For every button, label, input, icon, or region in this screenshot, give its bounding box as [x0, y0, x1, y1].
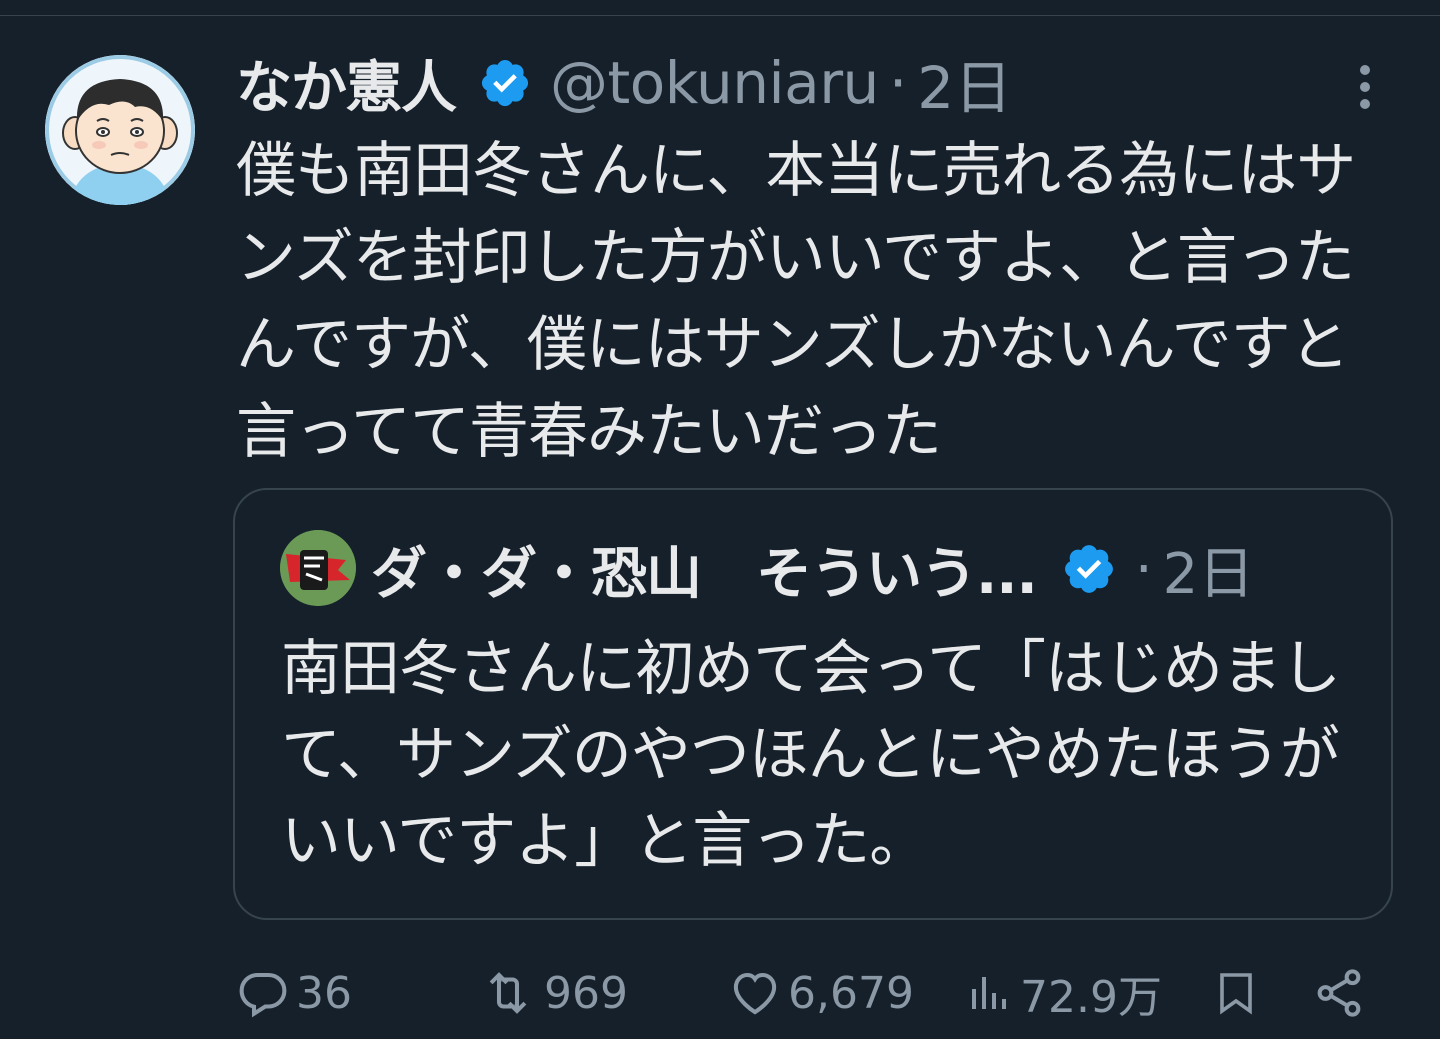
quoted-header: ダ・ダ・恐山 そういう... · 2日 — [371, 534, 1254, 607]
quoted-author-name[interactable]: ダ・ダ・恐山 そういう... — [371, 529, 1038, 610]
share-button[interactable] — [1312, 955, 1366, 1031]
tweet-header: なか憲人 @tokuniaru · 2日 — [236, 48, 1012, 122]
author-name[interactable]: なか憲人 — [236, 43, 457, 124]
author-avatar[interactable] — [45, 55, 195, 205]
retweet-icon — [478, 966, 538, 1020]
verified-badge-icon[interactable] — [1061, 541, 1117, 597]
reply-count: 36 — [296, 967, 352, 1019]
views-button[interactable]: 72.9万 — [966, 955, 1162, 1031]
share-icon — [1312, 966, 1366, 1020]
quoted-text: 南田冬さんに初めて会って「はじめまして、サンズのやつほんとにやめたほうがいいです… — [281, 634, 1341, 876]
bookmark-button[interactable] — [1212, 955, 1260, 1031]
retweet-button[interactable]: 969 — [478, 955, 628, 1031]
reply-button[interactable]: 36 — [236, 955, 352, 1031]
quoted-author-avatar[interactable] — [280, 530, 356, 606]
heart-icon — [728, 966, 782, 1020]
tweet-time[interactable]: 2日 — [917, 41, 1012, 125]
quoted-time[interactable]: 2日 — [1163, 529, 1255, 610]
separator-dot: · — [1134, 536, 1153, 602]
more-vertical-icon[interactable] — [1350, 62, 1380, 112]
views-chart-icon — [966, 966, 1014, 1020]
verified-badge-icon[interactable] — [478, 56, 532, 110]
tweet-text: 僕も南田冬さんに、本当に売れる為にはサンズを封印した方がいいですよ、と言ったんで… — [236, 136, 1356, 467]
like-button[interactable]: 6,679 — [728, 955, 914, 1031]
action-bar: 36 969 6,679 72.9万 — [0, 955, 1440, 1031]
retweet-count: 969 — [544, 967, 628, 1019]
quoted-tweet[interactable]: ダ・ダ・恐山 そういう... · 2日 南田冬さんに初めて会って「はじめまして、… — [233, 488, 1393, 920]
reply-icon — [236, 966, 290, 1020]
tweet[interactable]: なか憲人 @tokuniaru · 2日 僕も南田冬さんに、本当に売れる為にはサ… — [0, 0, 1440, 1039]
views-count: 72.9万 — [1020, 972, 1162, 1023]
separator-dot: · — [888, 49, 908, 117]
author-handle[interactable]: @tokuniaru — [550, 49, 879, 117]
bookmark-icon — [1212, 964, 1260, 1022]
like-count: 6,679 — [788, 967, 914, 1019]
